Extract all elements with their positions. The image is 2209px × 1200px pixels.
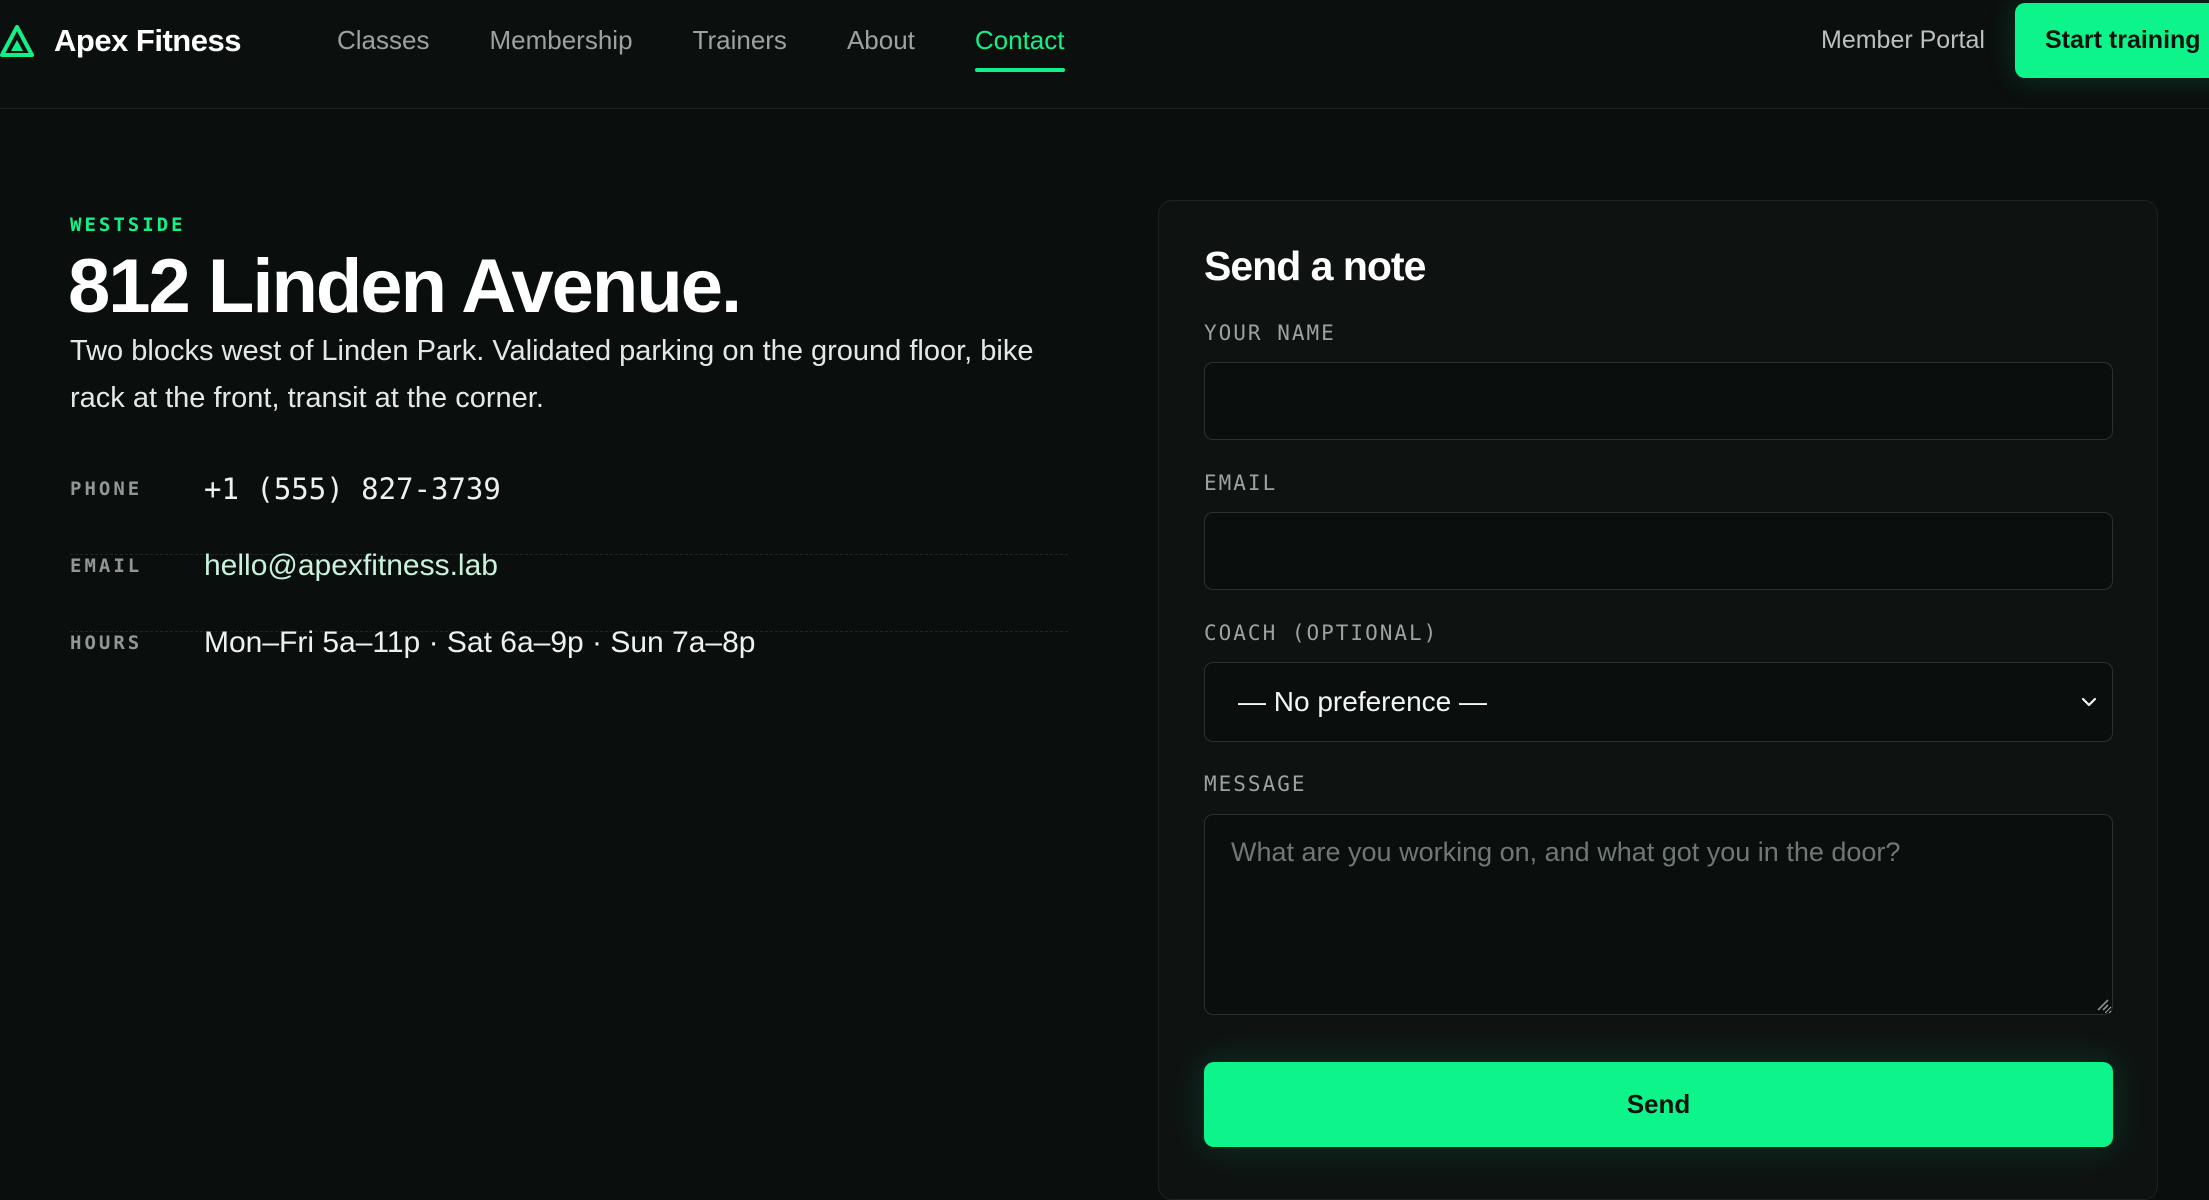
- info-row-hours: HOURS Mon–Fri 5a–11p · Sat 6a–9p · Sun 7…: [70, 626, 1068, 709]
- nav-link-contact[interactable]: Contact: [974, 0, 1065, 80]
- start-training-button[interactable]: Start training: [2015, 3, 2209, 78]
- email-link[interactable]: hello@apexfitness.lab: [204, 549, 498, 583]
- nav-links: Classes Membership Trainers About Contac…: [337, 0, 1065, 80]
- info-row-email: EMAIL hello@apexfitness.lab: [70, 549, 1068, 632]
- location-eyebrow: WESTSIDE: [70, 214, 186, 236]
- member-portal-link[interactable]: Member Portal: [1821, 0, 1985, 80]
- hours-label: HOURS: [70, 632, 143, 654]
- phone-value[interactable]: +1 (555) 827-3739: [204, 472, 501, 506]
- email-label: EMAIL: [70, 555, 143, 577]
- name-label: YOUR NAME: [1204, 321, 1336, 345]
- resize-grip-icon[interactable]: [2095, 997, 2109, 1011]
- triangle-logo-icon: [0, 25, 34, 57]
- brand-name: Apex Fitness: [54, 23, 241, 58]
- name-input[interactable]: [1204, 362, 2113, 440]
- coach-selected-value: — No preference —: [1238, 686, 1487, 717]
- coach-select[interactable]: — No preference —: [1204, 662, 2113, 742]
- nav-link-about[interactable]: About: [847, 0, 915, 80]
- message-label: MESSAGE: [1204, 772, 1307, 796]
- message-textarea[interactable]: [1204, 814, 2113, 1015]
- coach-label: COACH (OPTIONAL): [1204, 621, 1439, 645]
- form-title: Send a note: [1204, 243, 1426, 289]
- nav-link-membership[interactable]: Membership: [489, 0, 632, 80]
- top-nav: Apex Fitness Classes Membership Trainers…: [0, 0, 2209, 109]
- location-headline: 812 Linden Avenue.: [68, 244, 742, 329]
- hours-value: Mon–Fri 5a–11p · Sat 6a–9p · Sun 7a–8p: [204, 626, 756, 659]
- phone-label: PHONE: [70, 478, 143, 500]
- send-button[interactable]: Send: [1204, 1062, 2113, 1147]
- chevron-down-icon: [2081, 697, 2097, 707]
- nav-link-classes[interactable]: Classes: [337, 0, 429, 80]
- location-intro: Two blocks west of Linden Park. Validate…: [70, 335, 1034, 414]
- nav-link-trainers[interactable]: Trainers: [693, 0, 787, 80]
- info-row-phone: PHONE +1 (555) 827-3739: [70, 472, 1068, 555]
- email-input[interactable]: [1204, 512, 2113, 590]
- email-field-label: EMAIL: [1204, 471, 1278, 495]
- contact-form-card: Send a note YOUR NAME EMAIL COACH (OPTIO…: [1158, 200, 2158, 1200]
- brand[interactable]: Apex Fitness: [0, 18, 241, 64]
